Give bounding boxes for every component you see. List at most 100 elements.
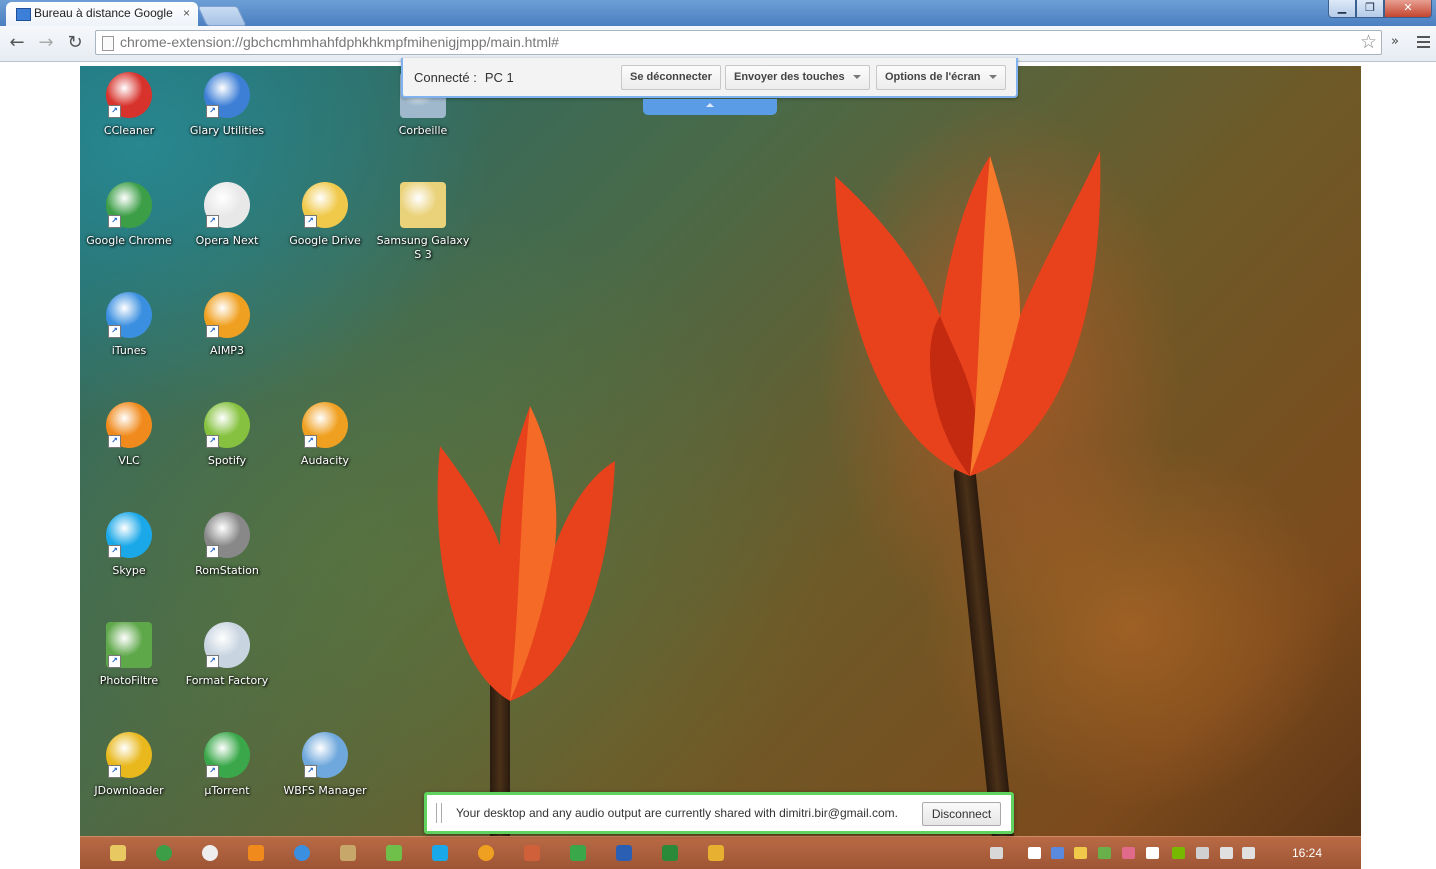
tray-power-icon[interactable]: [1196, 847, 1209, 859]
reload-icon[interactable]: ↻: [64, 32, 86, 54]
utorrent-icon: ↗: [204, 732, 250, 778]
desktop-icon-google-drive[interactable]: ↗ Google Drive: [277, 182, 373, 248]
windows-taskbar: 16:24: [80, 836, 1361, 869]
desktop-icon-spotify[interactable]: ↗ Spotify: [179, 402, 275, 468]
taskbar-photofiltre-icon[interactable]: [386, 845, 402, 861]
minimize-button[interactable]: ▁: [1328, 0, 1356, 18]
chrome-icon: ↗: [106, 182, 152, 228]
drag-handle-icon[interactable]: [436, 803, 442, 823]
taskbar-chrome-icon[interactable]: [156, 845, 172, 861]
close-window-button[interactable]: ✕: [1384, 0, 1432, 18]
desktop-icon-wbfs-manager[interactable]: ↗ WBFS Manager: [277, 732, 373, 798]
sharing-notice-bar: Your desktop and any audio output are cu…: [424, 792, 1014, 834]
taskbar-paint-icon[interactable]: [524, 845, 540, 861]
system-clock[interactable]: 16:24: [1292, 846, 1322, 860]
wallpaper-tulip-small: [437, 406, 615, 701]
chevron-down-icon: [988, 75, 997, 80]
forward-arrow-icon[interactable]: →: [35, 32, 57, 54]
shortcut-arrow-icon: ↗: [304, 435, 317, 448]
desktop-icon-utorrent[interactable]: ↗ µTorrent: [179, 732, 275, 798]
shortcut-arrow-icon: ↗: [108, 105, 121, 118]
remote-desktop-view[interactable]: ↗ CCleaner ↗ Glary Utilities Corbeille ↗ Googl…: [80, 66, 1361, 869]
tray-flag-icon[interactable]: [1146, 847, 1159, 859]
desktop-icon-label: Google Chrome: [86, 234, 172, 247]
romstation-icon: ↗: [204, 512, 250, 558]
browser-tab[interactable]: Bureau à distance Google ×: [6, 2, 198, 26]
desktop-icon-label: Skype: [112, 564, 146, 577]
desktop-icon-photofiltre[interactable]: ↗ PhotoFiltre: [81, 622, 177, 688]
taskbar-vlc-icon[interactable]: [248, 845, 264, 861]
tray-google-drive-icon[interactable]: [1074, 847, 1087, 859]
collapse-toolbar-tab[interactable]: [643, 99, 777, 115]
taskbar-format-factory-icon[interactable]: [340, 845, 356, 861]
tray-network-icon[interactable]: [1220, 847, 1233, 859]
taskbar-remote-desktop-icon[interactable]: [708, 845, 724, 861]
format-factory-icon: ↗: [204, 622, 250, 668]
taskbar-skype-icon[interactable]: [432, 845, 448, 861]
desktop-icon-format-factory[interactable]: ↗ Format Factory: [179, 622, 275, 688]
extensions-chevron-icon[interactable]: »: [1391, 34, 1399, 49]
new-tab-button[interactable]: [197, 6, 247, 26]
bookmark-star-icon[interactable]: ☆: [1360, 31, 1377, 53]
ccleaner-icon: ↗: [106, 72, 152, 118]
taskbar-opera-icon[interactable]: [202, 845, 218, 861]
address-bar[interactable]: chrome-extension://gbchcmhmhahfdphkhkmpf…: [95, 30, 1382, 55]
shortcut-arrow-icon: ↗: [206, 435, 219, 448]
taskbar-explorer-icon[interactable]: [110, 845, 126, 861]
taskbar-aimp-icon[interactable]: [478, 845, 494, 861]
desktop-icon-label: JDownloader: [94, 784, 164, 797]
vlc-icon: ↗: [106, 402, 152, 448]
browser-toolbar: ← → ↻ chrome-extension://gbchcmhmhahfdph…: [0, 26, 1436, 62]
connected-host-name: PC 1: [484, 70, 514, 85]
desktop-icon-glary-utilities[interactable]: ↗ Glary Utilities: [179, 72, 275, 138]
desktop-icon-ccleaner[interactable]: ↗ CCleaner: [81, 72, 177, 138]
desktop-icon-chrome[interactable]: ↗ Google Chrome: [81, 182, 177, 248]
se-deconnecter-button[interactable]: Se déconnecter: [621, 65, 721, 90]
tray-nvidia-icon[interactable]: [1172, 847, 1185, 859]
audacity-icon: ↗: [302, 402, 348, 448]
remote-desktop-favicon-icon: [16, 8, 31, 21]
taskbar-excel-icon[interactable]: [662, 845, 678, 861]
tray-cloud-icon[interactable]: [1028, 847, 1041, 859]
tray-volume-icon[interactable]: [1242, 847, 1255, 859]
desktop-icon-label: RomStation: [195, 564, 259, 577]
skype-icon: ↗: [106, 512, 152, 558]
taskbar-word-icon[interactable]: [616, 845, 632, 861]
desktop-icon-vlc[interactable]: ↗ VLC: [81, 402, 177, 468]
desktop-icon-label: Google Drive: [289, 234, 361, 247]
shortcut-arrow-icon: ↗: [108, 215, 121, 228]
restore-button[interactable]: ❐: [1356, 0, 1384, 18]
tray-flower-icon[interactable]: [1122, 847, 1135, 859]
tray-security-icon[interactable]: [1098, 847, 1111, 859]
itunes-icon: ↗: [106, 292, 152, 338]
back-arrow-icon[interactable]: ←: [6, 32, 28, 54]
desktop-icon-skype[interactable]: ↗ Skype: [81, 512, 177, 578]
desktop-icon-label: Audacity: [300, 454, 350, 467]
tray-keyboard-icon[interactable]: [990, 847, 1003, 859]
desktop-icon-audacity[interactable]: ↗ Audacity: [277, 402, 373, 468]
desktop-icon-itunes[interactable]: ↗ iTunes: [81, 292, 177, 358]
screen-options-dropdown[interactable]: Options de l'écran: [876, 65, 1006, 90]
desktop-icon-romstation[interactable]: ↗ RomStation: [179, 512, 275, 578]
shortcut-arrow-icon: ↗: [206, 545, 219, 558]
shortcut-arrow-icon: ↗: [304, 765, 317, 778]
taskbar-itunes-icon[interactable]: [294, 845, 310, 861]
desktop-icon-aimp[interactable]: ↗ AIMP3: [179, 292, 275, 358]
tray-people-icon[interactable]: [1051, 847, 1064, 859]
taskbar-utorrent-icon[interactable]: [570, 845, 586, 861]
disconnect-button[interactable]: Disconnect: [922, 802, 1001, 826]
browser-title-bar: Bureau à distance Google × ▁ ❐ ✕: [0, 0, 1436, 26]
desktop-icon-jdownloader[interactable]: ↗ JDownloader: [81, 732, 177, 798]
desktop-icon-label: Spotify: [207, 454, 247, 467]
photofiltre-icon: ↗: [106, 622, 152, 668]
tab-close-icon[interactable]: ×: [183, 6, 190, 20]
shortcut-arrow-icon: ↗: [108, 765, 121, 778]
desktop-icon-folder[interactable]: Samsung Galaxy S 3: [375, 182, 471, 262]
send-keys-dropdown[interactable]: Envoyer des touches: [725, 65, 870, 90]
shortcut-arrow-icon: ↗: [108, 545, 121, 558]
chrome-menu-icon[interactable]: [1417, 36, 1430, 51]
desktop-icon-opera[interactable]: ↗ Opera Next: [179, 182, 275, 248]
opera-icon: ↗: [204, 182, 250, 228]
desktop-icon-label: Format Factory: [185, 674, 269, 687]
screen-options-label: Options de l'écran: [885, 71, 981, 83]
